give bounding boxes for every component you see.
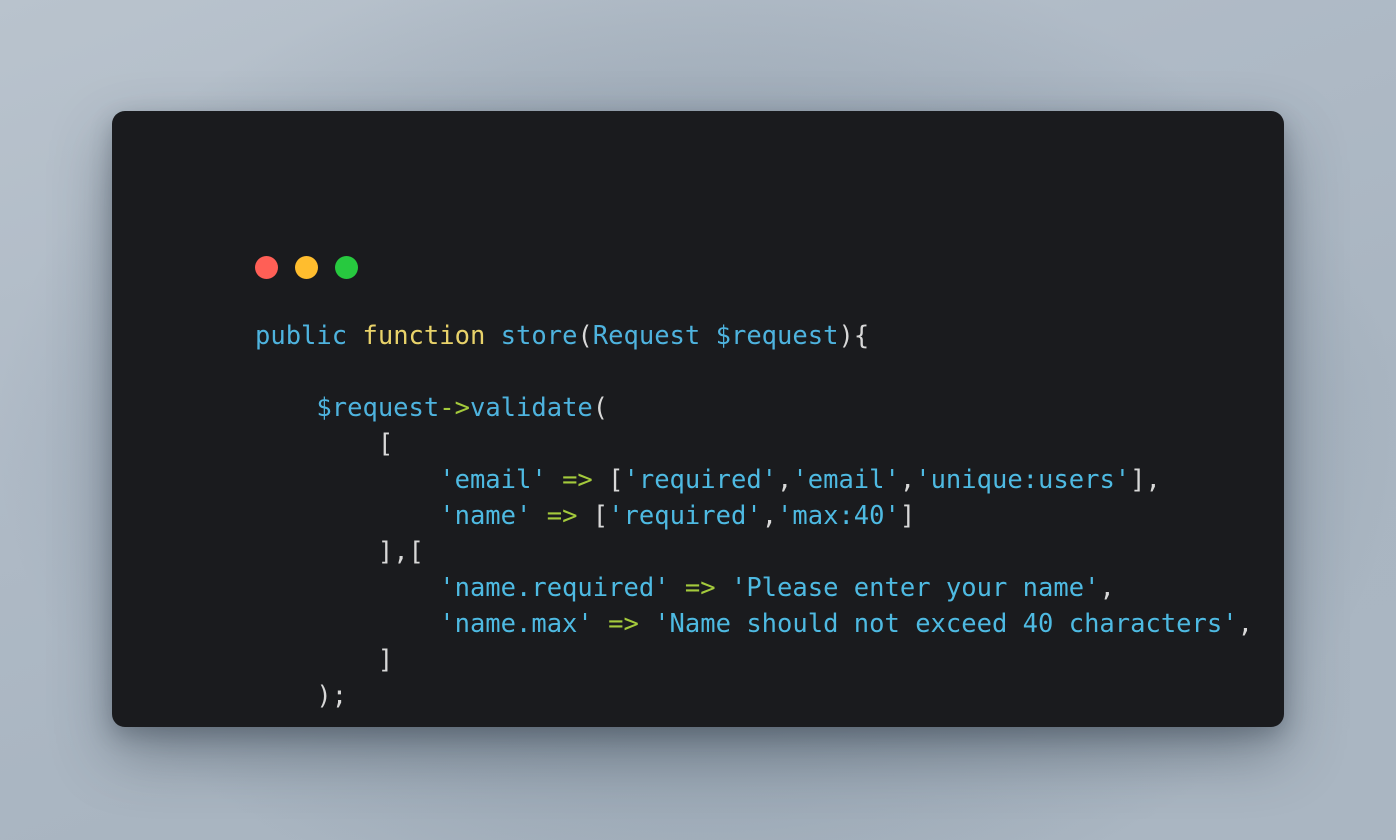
code-line: 'name' => ['required','max:40']: [255, 498, 1260, 534]
code-token: validate: [469, 393, 593, 423]
code-line: [: [255, 426, 1260, 462]
maximize-icon[interactable]: [335, 256, 358, 279]
code-block[interactable]: public function store(Request $request){…: [255, 318, 1260, 727]
code-token: function: [362, 321, 486, 351]
code-token: ,: [393, 537, 409, 567]
code-token: (: [592, 393, 609, 423]
code-token: $request: [316, 393, 440, 423]
code-token: Request: [592, 321, 701, 351]
code-token: 'name.required': [439, 573, 670, 603]
code-token: [: [408, 537, 424, 567]
code-token: [: [377, 429, 394, 459]
code-token: ]: [1130, 465, 1146, 495]
window-controls: [255, 256, 358, 279]
code-snippet-card: public function store(Request $request){…: [112, 111, 1284, 727]
code-token: 'Name should not exceed 40 characters': [654, 609, 1238, 639]
code-line: public function store(Request $request){: [255, 318, 1260, 354]
code-token: ]: [377, 537, 394, 567]
code-token: 'email': [439, 465, 547, 495]
code-token: [: [592, 501, 609, 531]
code-token: 'Please enter your name': [730, 573, 1100, 603]
code-line: 'email' => ['required','email','unique:u…: [255, 462, 1260, 498]
code-token: ,: [899, 465, 916, 495]
code-token: ): [316, 681, 332, 711]
code-token: =>: [546, 501, 578, 531]
code-token: (: [577, 321, 593, 351]
code-token: public: [255, 321, 348, 351]
code-line: 'name.max' => 'Name should not exceed 40…: [255, 606, 1260, 642]
code-token: ;: [331, 681, 348, 711]
code-token: =>: [684, 573, 716, 603]
code-token: ]: [377, 645, 394, 675]
wallpaper-background: public function store(Request $request){…: [0, 0, 1396, 840]
close-icon[interactable]: [255, 256, 278, 279]
code-token: ,: [1099, 573, 1115, 603]
code-token: 'unique:users': [915, 465, 1131, 495]
code-token: 'max:40': [777, 501, 900, 531]
code-token: 'name': [439, 501, 532, 531]
code-token: 'email': [792, 465, 900, 495]
code-token: ,: [777, 465, 793, 495]
code-token: ,: [761, 501, 778, 531]
code-token: 'name.max': [439, 609, 593, 639]
code-token: ,: [1237, 609, 1253, 639]
code-token: ,: [1145, 465, 1161, 495]
code-token: [: [608, 465, 624, 495]
code-token: ->: [439, 393, 470, 423]
code-token: ): [838, 321, 854, 351]
code-line: ]: [255, 642, 1260, 678]
code-token: $request: [715, 321, 839, 351]
code-token: 'required': [608, 501, 762, 531]
code-token: =>: [608, 609, 639, 639]
code-token: store: [500, 321, 578, 351]
code-token: {: [853, 321, 870, 351]
code-token: =>: [562, 465, 593, 495]
code-token: ]: [899, 501, 916, 531]
code-line: ],[: [255, 534, 1260, 570]
code-line: 'name.required' => 'Please enter your na…: [255, 570, 1260, 606]
code-line: $request->validate(: [255, 390, 1260, 426]
minimize-icon[interactable]: [295, 256, 318, 279]
code-line: );: [255, 678, 1260, 714]
code-token: 'required': [623, 465, 778, 495]
